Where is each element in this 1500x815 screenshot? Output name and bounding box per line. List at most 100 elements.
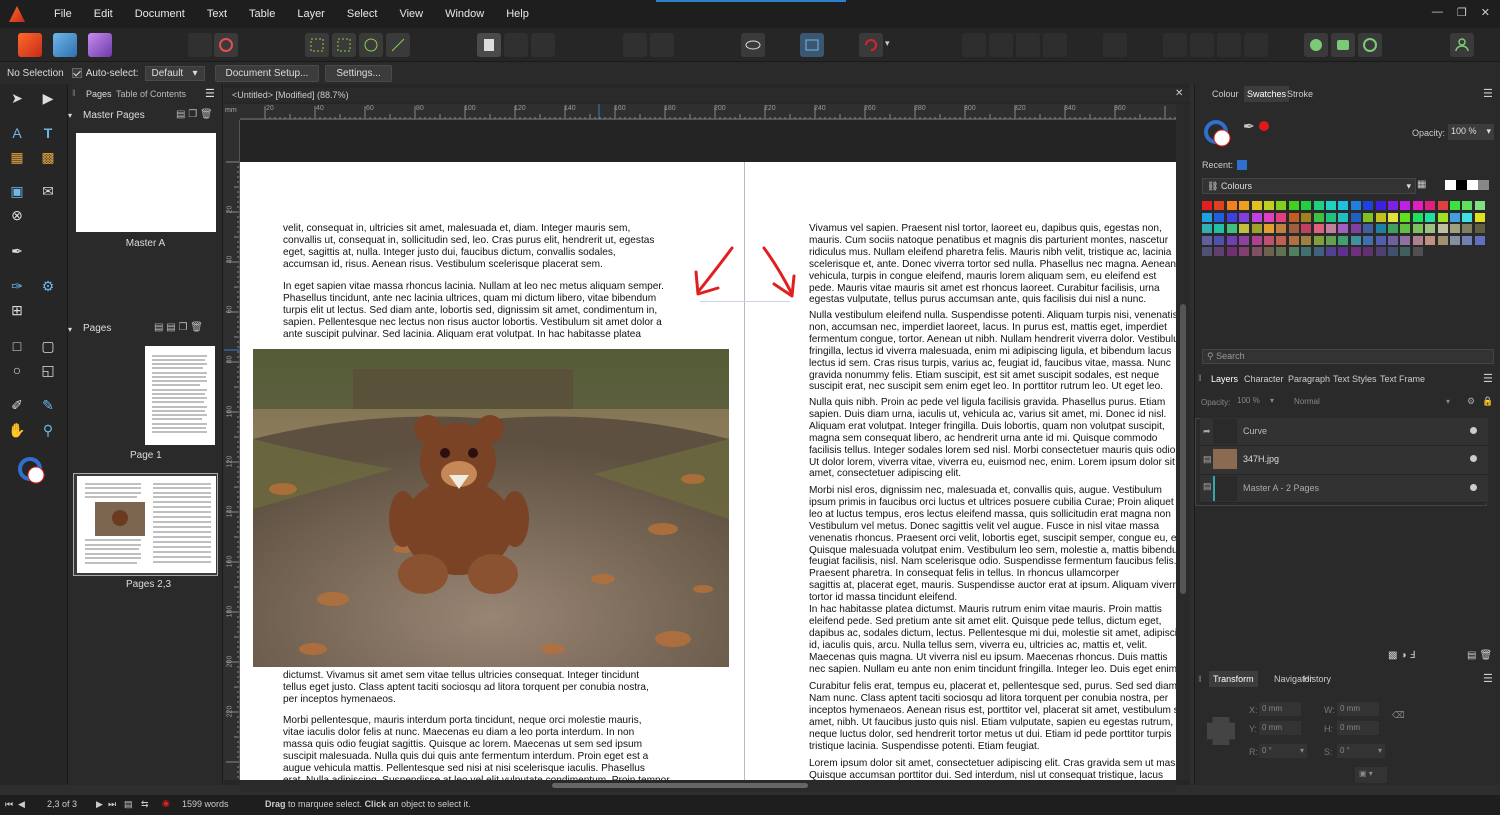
colour-swatch[interactable] — [1251, 247, 1262, 256]
swatches-opacity-field[interactable]: 100 % ▾ — [1448, 124, 1494, 140]
colour-swatch[interactable] — [1301, 224, 1312, 233]
panel-grip-icon[interactable]: ‖ — [72, 88, 76, 98]
boolean-add-icon[interactable] — [1163, 33, 1187, 57]
picked-colour-swatch[interactable] — [1259, 121, 1269, 131]
colour-swatch[interactable] — [1214, 224, 1225, 233]
account-user-icon[interactable] — [1450, 33, 1474, 57]
ellipse-tool-icon[interactable]: ○ — [8, 361, 26, 379]
panel-menu-icon[interactable]: ☰ — [205, 87, 215, 100]
colour-swatch[interactable] — [1450, 235, 1460, 245]
right-text-para-4[interactable]: Morbi nisl eros, dignissim nec, malesuad… — [809, 485, 1176, 604]
colour-swatch[interactable] — [1313, 224, 1324, 233]
colour-swatch[interactable] — [1437, 235, 1448, 245]
layer-visibility-dot[interactable] — [1470, 455, 1477, 462]
ellipse-frame-tool-icon[interactable]: ⊗ — [8, 206, 26, 224]
transform-r-field[interactable]: 0 ° ▾ — [1259, 744, 1307, 758]
colour-swatch[interactable] — [1264, 235, 1274, 245]
first-page-icon[interactable]: ⏮ — [5, 799, 13, 810]
anchor-selector-icon[interactable] — [1207, 717, 1235, 745]
menu-text[interactable]: Text — [196, 8, 238, 20]
colour-swatch[interactable] — [1264, 201, 1274, 210]
colour-swatch[interactable] — [1326, 224, 1336, 233]
select-pictures-icon[interactable] — [359, 33, 383, 57]
snapping-icon[interactable] — [504, 33, 528, 57]
table-tool-icon[interactable]: ▦ — [8, 148, 26, 166]
colour-swatch[interactable] — [1226, 212, 1237, 222]
colour-swatch[interactable] — [1474, 201, 1485, 210]
color-picker-tool-icon[interactable]: ✐ — [8, 396, 26, 414]
colour-swatch[interactable] — [1326, 212, 1336, 222]
menu-window[interactable]: Window — [434, 8, 495, 20]
colour-swatch[interactable] — [1437, 201, 1448, 210]
colour-swatch[interactable] — [1375, 201, 1386, 210]
document-tab-title[interactable]: <Untitled> [Modified] (88.7%) — [232, 90, 349, 100]
designer-persona-icon[interactable] — [88, 33, 112, 57]
left-text-frame-2[interactable]: In eget sapien vitae massa rhoncus lacin… — [283, 281, 727, 341]
layer-visibility-dot[interactable] — [1470, 484, 1477, 491]
transform-h-field[interactable]: 0 mm — [1337, 721, 1379, 735]
colour-swatch[interactable] — [1350, 235, 1361, 245]
tab-pages[interactable]: Pages — [86, 89, 112, 99]
layer-row-curve[interactable]: ➦ Curve — [1200, 418, 1488, 446]
colour-swatch[interactable] — [1400, 212, 1411, 222]
colour-swatch[interactable] — [1326, 201, 1336, 210]
colour-swatch[interactable] — [1462, 224, 1473, 233]
colour-swatch[interactable] — [1202, 235, 1212, 245]
select-all-icon[interactable] — [332, 33, 356, 57]
grid-icon[interactable] — [531, 33, 555, 57]
fill-stroke-wells-icon[interactable] — [1203, 118, 1235, 150]
colour-swatch[interactable] — [1226, 235, 1237, 245]
comment-icon[interactable] — [1304, 33, 1328, 57]
colour-swatch[interactable] — [1276, 247, 1287, 256]
layer-row-image[interactable]: ▤ 347H.jpg — [1200, 446, 1488, 475]
right-text-para-3[interactable]: Nulla quis nibh. Proin ac pede vel ligul… — [809, 397, 1176, 480]
text-frame-icon[interactable] — [800, 33, 824, 57]
colour-swatch[interactable] — [1226, 201, 1237, 210]
close-window-icon[interactable]: ✕ — [1481, 6, 1490, 19]
select-curves-icon[interactable] — [386, 33, 410, 57]
layer-settings-gear-icon[interactable]: ⚙ — [1467, 396, 1475, 407]
artistic-text-tool-icon[interactable]: A — [8, 124, 26, 142]
tab-colour[interactable]: Colour — [1212, 89, 1239, 99]
colour-swatch[interactable] — [1251, 235, 1262, 245]
arrange-icon[interactable] — [1103, 33, 1127, 57]
vertical-ruler[interactable]: 20 40 60 80 100 120 140 160 180 200 220 — [224, 120, 240, 780]
colour-swatch[interactable] — [1363, 224, 1374, 233]
colour-swatch[interactable] — [1239, 201, 1250, 210]
minimize-icon[interactable]: — — [1432, 6, 1443, 19]
hand-tool-icon[interactable]: ✋ — [8, 421, 26, 439]
rectangle-tool-icon[interactable]: □ — [8, 337, 26, 355]
document-setup-button[interactable]: Document Setup... — [214, 64, 320, 82]
transparency-tool-icon[interactable]: ⚙ — [39, 277, 57, 295]
frame-text-tool-icon[interactable]: T — [39, 124, 57, 142]
colour-swatch[interactable] — [1388, 235, 1398, 245]
colour-swatch[interactable] — [1375, 235, 1386, 245]
colour-swatch[interactable] — [1363, 201, 1374, 210]
colour-swatch[interactable] — [1326, 247, 1336, 256]
pages-2-3-thumbnail[interactable] — [73, 473, 218, 576]
colour-swatch[interactable] — [1363, 247, 1374, 256]
colour-swatch[interactable] — [1251, 224, 1262, 233]
colour-swatch[interactable] — [1400, 235, 1411, 245]
tab-paragraph[interactable]: Paragraph — [1288, 374, 1330, 384]
vertical-scrollbar[interactable] — [1176, 104, 1190, 780]
layer-expand-icon[interactable]: ▤ — [1203, 454, 1212, 465]
swatch-grid[interactable] — [1202, 201, 1488, 269]
colour-swatch[interactable] — [1412, 212, 1423, 222]
move-tool-icon[interactable]: ➤ — [8, 89, 26, 107]
collapse-master-icon[interactable]: ▾ — [68, 111, 72, 120]
colour-swatch[interactable] — [1264, 212, 1274, 222]
colour-swatch[interactable] — [1276, 235, 1287, 245]
palette-options-icon[interactable]: ▦ — [1417, 179, 1426, 190]
left-text-frame-4[interactable]: Morbi pellentesque, mauris interdum port… — [283, 715, 727, 780]
colour-swatch[interactable] — [1202, 247, 1212, 256]
colour-swatch[interactable] — [1326, 235, 1336, 245]
shapes-tool-icon[interactable]: ◱ — [39, 361, 57, 379]
colour-swatch[interactable] — [1214, 212, 1225, 222]
colour-swatch[interactable] — [1462, 235, 1473, 245]
show-text-flow-icon[interactable] — [741, 33, 765, 57]
transform-w-field[interactable]: 0 mm — [1337, 702, 1379, 716]
menu-select[interactable]: Select — [336, 8, 389, 20]
last-page-icon[interactable]: ⏭ — [108, 799, 116, 810]
colour-swatch[interactable] — [1388, 247, 1398, 256]
